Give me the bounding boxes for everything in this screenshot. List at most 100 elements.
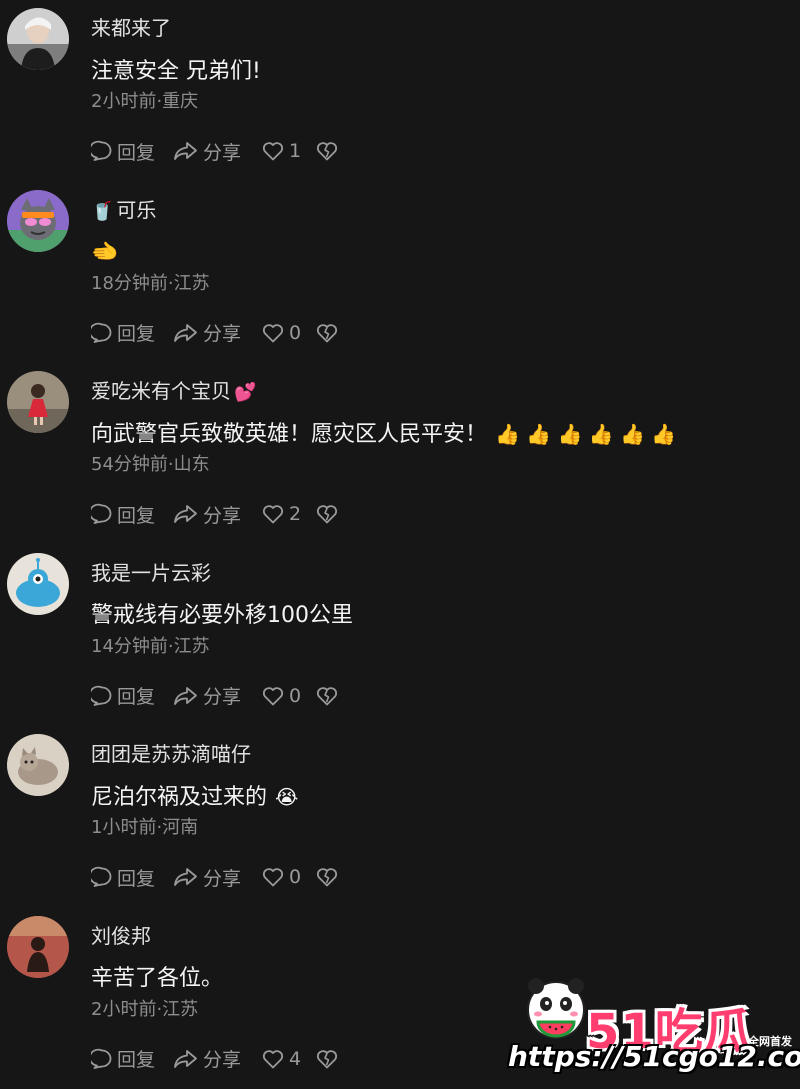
username-text: 爱吃米有个宝贝 [91,379,231,403]
username[interactable]: 爱吃米有个宝贝💕 [91,378,256,406]
broken-heart-icon [315,866,339,888]
share-button[interactable]: 分享 [173,682,261,709]
like-count: 0 [289,866,301,888]
comment-item: 我是一片云彩 警戒线有必要外移100公里 14分钟前·江苏 回复 分享 0 [0,545,800,727]
comment-meta: 14分钟前·江苏 [91,635,210,659]
reply-label: 回复 [117,1045,155,1072]
reply-button[interactable]: 回复 [91,1045,173,1072]
share-arrow-icon [173,140,199,162]
comment-meta: 18分钟前·江苏 [91,272,210,296]
like-button[interactable]: 0 [261,866,315,888]
heart-outline-icon [261,503,285,525]
comment-item: 爱吃米有个宝贝💕 向武警官兵致敬英雄！愿灾区人民平安！👍 👍 👍 👍 👍 👍 5… [0,363,800,545]
comment-bubble-icon [91,503,113,525]
broken-heart-icon [315,322,339,344]
username-text: 刘俊邦 [91,924,151,948]
like-count: 2 [289,503,301,525]
comment-bubble-icon [91,322,113,344]
username[interactable]: 团团是苏苏滴喵仔 [91,741,251,767]
comment-meta: 2小时前·江苏 [91,998,198,1022]
dislike-button[interactable] [315,1048,339,1070]
share-button[interactable]: 分享 [173,319,261,346]
avatar[interactable] [7,8,69,70]
broken-heart-icon [315,1048,339,1070]
like-button[interactable]: 0 [261,685,315,707]
share-arrow-icon [173,685,199,707]
comment-emoji: 😭 [275,785,298,809]
avatar[interactable] [7,734,69,796]
reply-button[interactable]: 回复 [91,682,173,709]
broken-heart-icon [315,685,339,707]
heart-outline-icon [261,322,285,344]
comment-bubble-icon [91,685,113,707]
reply-button[interactable]: 回复 [91,501,173,528]
share-label: 分享 [203,682,241,709]
comment-text: 🫲 [91,238,118,268]
comment-actions: 回复 分享 0 [91,682,339,710]
heart-outline-icon [261,140,285,162]
comment-actions: 回复 分享 4 [91,1045,339,1073]
share-button[interactable]: 分享 [173,864,261,891]
share-button[interactable]: 分享 [173,138,261,165]
comment-text-body: 辛苦了各位。 [91,966,223,991]
comment-bubble-icon [91,866,113,888]
reply-button[interactable]: 回复 [91,319,173,346]
share-button[interactable]: 分享 [173,501,261,528]
heart-outline-icon [261,1048,285,1070]
avatar[interactable] [7,371,69,433]
comment-item: 🥤可乐 🫲 18分钟前·江苏 回复 分享 0 [0,182,800,364]
comment-emoji: 🫲 [91,240,118,265]
share-button[interactable]: 分享 [173,1045,261,1072]
username[interactable]: 🥤可乐 [91,197,156,225]
avatar[interactable] [7,916,69,978]
comment-bubble-icon [91,140,113,162]
like-button[interactable]: 2 [261,503,315,525]
like-count: 0 [289,685,301,707]
dislike-button[interactable] [315,503,339,525]
dislike-button[interactable] [315,866,339,888]
like-count: 1 [289,140,301,162]
username-prefix-emoji: 🥤 [91,201,113,222]
share-arrow-icon [173,503,199,525]
reply-label: 回复 [117,138,155,165]
username-text: 来都来了 [91,16,171,40]
share-arrow-icon [173,866,199,888]
comment-actions: 回复 分享 1 [91,137,339,165]
dislike-button[interactable] [315,322,339,344]
username-text: 可乐 [116,198,156,222]
watermark-url: https://51cgo12.com [508,1040,800,1073]
like-button[interactable]: 0 [261,322,315,344]
share-label: 分享 [203,138,241,165]
username[interactable]: 刘俊邦 [91,923,151,949]
reply-button[interactable]: 回复 [91,138,173,165]
comment-text: 警戒线有必要外移100公里 [91,601,353,631]
share-label: 分享 [203,501,241,528]
comment-item: 来都来了 注意安全 兄弟们! 2小时前·重庆 回复 分享 1 [0,0,800,182]
reply-label: 回复 [117,501,155,528]
like-button[interactable]: 1 [261,140,315,162]
username[interactable]: 我是一片云彩 [91,560,211,586]
dislike-button[interactable] [315,685,339,707]
share-label: 分享 [203,1045,241,1072]
heart-outline-icon [261,685,285,707]
dislike-button[interactable] [315,140,339,162]
avatar[interactable] [7,553,69,615]
share-label: 分享 [203,319,241,346]
username-text: 我是一片云彩 [91,561,211,585]
comment-text-body: 警戒线有必要外移100公里 [91,603,353,628]
like-count: 4 [289,1048,301,1070]
like-button[interactable]: 4 [261,1048,315,1070]
comment-actions: 回复 分享 0 [91,319,339,347]
reply-button[interactable]: 回复 [91,864,173,891]
username[interactable]: 来都来了 [91,15,171,41]
comment-text-body: 尼泊尔祸及过来的 [91,785,267,810]
share-label: 分享 [203,864,241,891]
comment-list: 来都来了 注意安全 兄弟们! 2小时前·重庆 回复 分享 1 [0,0,800,1089]
comment-meta: 2小时前·重庆 [91,90,198,114]
like-count: 0 [289,322,301,344]
comment-item: 团团是苏苏滴喵仔 尼泊尔祸及过来的😭 1小时前·河南 回复 分享 0 [0,726,800,908]
comment-text: 注意安全 兄弟们! [91,56,269,87]
comment-actions: 回复 分享 2 [91,500,339,528]
share-arrow-icon [173,1048,199,1070]
avatar[interactable] [7,190,69,252]
